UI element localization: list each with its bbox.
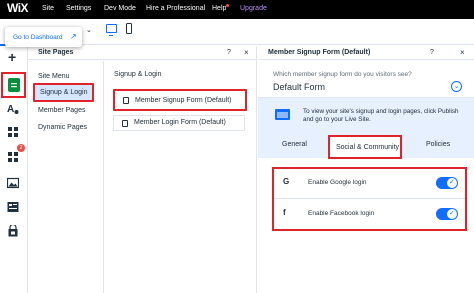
info-line-2: and go to your Live Site. (303, 116, 371, 123)
menu-hire-professional[interactable]: Hire a Professional (146, 5, 205, 12)
section-title: Signup & Login (114, 71, 162, 78)
help-icon[interactable]: ? (430, 49, 434, 56)
store-icon[interactable] (7, 223, 19, 237)
social-login-settings: G Enable Google login f Enable Facebook … (272, 167, 467, 231)
help-icon[interactable]: ? (227, 49, 231, 56)
info-line-1: To view your site's signup and login pag… (303, 108, 459, 115)
facebook-login-row: f Enable Facebook login (274, 200, 465, 228)
dashboard-tooltip-label[interactable]: Go to Dashboard (13, 34, 63, 41)
site-pages-title: Site Pages (38, 49, 74, 56)
nav-dynamic-pages[interactable]: Dynamic Pages (38, 124, 87, 131)
info-box: To view your site's signup and login pag… (258, 98, 474, 132)
check-icon (447, 178, 457, 188)
facebook-icon: f (283, 208, 286, 217)
browser-icon (275, 109, 290, 120)
menu-settings[interactable]: Settings (66, 5, 91, 12)
site-pages-header: Site Pages ? × (28, 46, 257, 60)
menu-site[interactable]: Site (42, 5, 54, 12)
member-signup-panel: Member Signup Form (Default) ? × Which m… (258, 46, 474, 293)
blog-icon[interactable] (7, 201, 19, 213)
document-icon (123, 97, 129, 104)
dashboard-tooltip[interactable]: Go to Dashboard ↗ (5, 27, 82, 47)
top-bar: WiX Site Settings Dev Mode Hire a Profes… (0, 0, 474, 19)
facebook-login-label: Enable Facebook login (308, 210, 375, 217)
add-icon[interactable]: + (8, 50, 16, 64)
svg-text:A: A (7, 104, 14, 115)
divider (274, 198, 465, 199)
tab-social-community[interactable]: Social & Community (328, 135, 402, 159)
info-text: To view your site's signup and login pag… (303, 108, 468, 124)
tab-social-community-label: Social & Community (336, 144, 400, 151)
close-icon[interactable]: × (460, 48, 465, 57)
document-icon (122, 120, 128, 127)
help-notification-dot (226, 4, 229, 7)
desktop-icon[interactable] (106, 24, 117, 36)
tab-general[interactable]: General (282, 141, 307, 148)
nav-site-menu[interactable]: Site Menu (38, 73, 70, 80)
menu-dev-mode[interactable]: Dev Mode (104, 5, 136, 12)
form-item-label: Member Signup Form (Default) (135, 97, 232, 104)
page-selector-chevron-icon[interactable]: ⌄ (86, 26, 92, 34)
mobile-icon[interactable] (126, 23, 132, 34)
close-icon[interactable]: × (244, 48, 249, 57)
form-item-signup[interactable]: Member Signup Form (Default) (113, 89, 247, 111)
tab-policies[interactable]: Policies (426, 141, 450, 148)
menu-upgrade[interactable]: Upgrade (240, 5, 267, 12)
pages-button[interactable] (1, 72, 26, 98)
form-item-label: Member Login Form (Default) (134, 119, 226, 126)
external-link-icon[interactable]: ↗ (70, 32, 77, 41)
nav-signup-login-label: Signup & Login (40, 89, 88, 96)
nav-member-pages[interactable]: Member Pages (38, 107, 85, 114)
nav-signup-login[interactable]: Signup & Login (33, 83, 94, 102)
google-icon: G (283, 177, 290, 186)
selected-form[interactable]: Default Form (273, 82, 325, 92)
google-login-label: Enable Google login (308, 179, 367, 186)
member-signup-header: Member Signup Form (Default) ? × (258, 46, 474, 60)
app-market-icon[interactable] (7, 151, 19, 163)
pages-icon (8, 78, 20, 92)
form-question: Which member signup form do you visitors… (273, 71, 412, 78)
check-icon (447, 209, 457, 219)
wix-logo[interactable]: WiX (7, 1, 29, 15)
notification-badge: 2 (17, 144, 25, 152)
apps-icon[interactable] (7, 126, 19, 138)
chevron-down-icon[interactable]: ⌄ (451, 81, 462, 92)
member-signup-title: Member Signup Form (Default) (268, 49, 371, 56)
google-login-toggle[interactable] (436, 177, 458, 189)
google-login-row: G Enable Google login (274, 169, 465, 197)
menu-help[interactable]: Help (212, 5, 226, 12)
design-icon[interactable]: A (7, 103, 19, 115)
media-icon[interactable] (6, 177, 20, 189)
form-item-login[interactable]: Member Login Form (Default) (113, 115, 245, 131)
facebook-login-toggle[interactable] (436, 208, 458, 220)
